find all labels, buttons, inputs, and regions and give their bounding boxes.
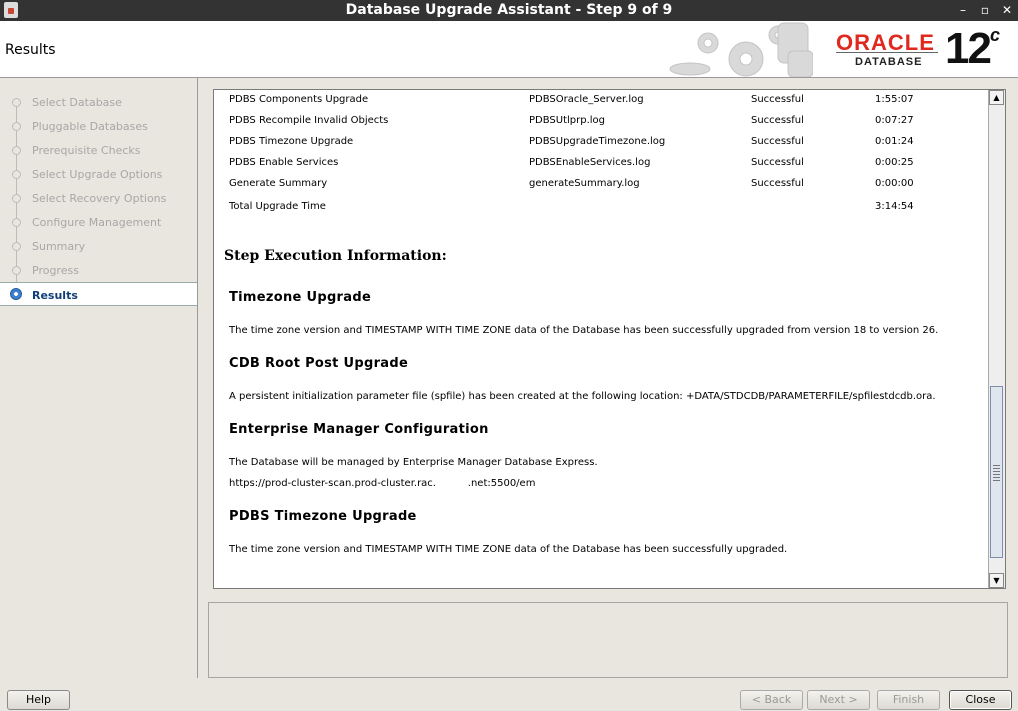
step-time: 1:55:07 (875, 94, 914, 105)
total-label: Total Upgrade Time (229, 201, 326, 212)
step-name: PDBS Timezone Upgrade (229, 136, 354, 147)
scroll-up-button[interactable]: ▲ (989, 90, 1004, 105)
sidebar-item-select-database[interactable]: Select Database (0, 90, 197, 114)
sidebar-item-select-recovery-options[interactable]: Select Recovery Options (0, 186, 197, 210)
database-label: DATABASE (855, 56, 923, 68)
log-link[interactable]: PDBSEnableServices.log (529, 157, 650, 168)
step-time: 0:00:25 (875, 157, 914, 168)
scroll-down-button[interactable]: ▼ (989, 573, 1004, 588)
log-link[interactable]: generateSummary.log (529, 178, 640, 189)
step-time: 0:07:27 (875, 115, 914, 126)
sidebar-item-prerequisite-checks[interactable]: Prerequisite Checks (0, 138, 197, 162)
back-button[interactable]: < Back (740, 690, 803, 710)
grip-icon (993, 465, 1000, 481)
log-link[interactable]: PDBSUpgradeTimezone.log (529, 136, 665, 147)
step-done-icon (12, 242, 21, 251)
sidebar-item-progress[interactable]: Progress (0, 258, 197, 282)
step-status: Successful (751, 115, 804, 126)
sidebar-item-label: Configure Management (32, 216, 162, 229)
gears-graphic (669, 22, 813, 77)
step-done-icon (12, 122, 21, 131)
sidebar-item-label: Select Upgrade Options (32, 168, 163, 181)
step-time: 0:00:00 (875, 178, 914, 189)
help-button[interactable]: Help (7, 690, 70, 710)
sidebar-item-configure-management[interactable]: Configure Management (0, 210, 197, 234)
log-link[interactable]: PDBSUtlprp.log (529, 115, 605, 126)
section-text-cdb-root-post-upgrade: A persistent initialization parameter fi… (229, 391, 936, 402)
version-suffix: c (989, 25, 1000, 46)
sidebar-item-pluggable-databases[interactable]: Pluggable Databases (0, 114, 197, 138)
steps-sidebar: Select Database Pluggable Databases Prer… (0, 78, 198, 678)
section-title-timezone-upgrade: Timezone Upgrade (229, 290, 372, 305)
close-window-button[interactable]: ✕ (999, 2, 1015, 18)
title-bar: Database Upgrade Assistant - Step 9 of 9… (0, 0, 1018, 21)
sidebar-item-label: Select Recovery Options (32, 192, 167, 205)
step-name: PDBS Components Upgrade (229, 94, 369, 105)
step-time: 0:01:24 (875, 136, 914, 147)
sidebar-item-label: Results (32, 289, 78, 302)
step-status: Successful (751, 178, 804, 189)
page-header: Results ORACLE DATABASE 12c (0, 21, 1018, 78)
step-name: Generate Summary (229, 178, 328, 189)
version-number: 12 (945, 24, 992, 73)
section-text-timezone-upgrade: The time zone version and TIMESTAMP WITH… (229, 325, 939, 336)
close-button[interactable]: Close (949, 690, 1012, 710)
step-done-icon (12, 194, 21, 203)
results-panel[interactable]: PDBS Components Upgrade PDBSOracle_Serve… (213, 89, 1006, 589)
vertical-scrollbar[interactable]: ▲ ▼ (988, 90, 1005, 588)
page-title: Results (5, 42, 56, 58)
step-status: Successful (751, 136, 804, 147)
sidebar-item-label: Prerequisite Checks (32, 144, 141, 157)
sidebar-item-label: Summary (32, 240, 86, 253)
sidebar-item-select-upgrade-options[interactable]: Select Upgrade Options (0, 162, 197, 186)
step-done-icon (12, 98, 21, 107)
section-text-em-configuration: The Database will be managed by Enterpri… (229, 457, 598, 468)
step-done-icon (12, 146, 21, 155)
step-status: Successful (751, 157, 804, 168)
step-done-icon (12, 218, 21, 227)
sidebar-item-label: Select Database (32, 96, 122, 109)
section-title-cdb-root-post-upgrade: CDB Root Post Upgrade (229, 356, 409, 371)
step-done-icon (12, 170, 21, 179)
step-name: PDBS Enable Services (229, 157, 339, 168)
section-text-pdbs-timezone-upgrade: The time zone version and TIMESTAMP WITH… (229, 544, 788, 555)
minimize-button[interactable]: – (955, 2, 971, 18)
step-status: Successful (751, 94, 804, 105)
step-done-icon (12, 266, 21, 275)
sidebar-item-results[interactable]: Results (0, 282, 197, 306)
step-execution-heading: Step Execution Information: (224, 248, 447, 264)
message-area (208, 602, 1008, 678)
scroll-thumb[interactable] (990, 386, 1003, 558)
logo-divider (836, 52, 938, 53)
version-label: 12c (945, 24, 1000, 74)
window-title: Database Upgrade Assistant - Step 9 of 9 (345, 2, 673, 18)
sidebar-item-label: Pluggable Databases (32, 120, 148, 133)
total-time: 3:14:54 (875, 201, 914, 212)
section-title-em-configuration: Enterprise Manager Configuration (229, 422, 489, 437)
sidebar-item-summary[interactable]: Summary (0, 234, 197, 258)
next-button[interactable]: Next > (807, 690, 870, 710)
step-current-icon (10, 288, 22, 300)
section-title-pdbs-timezone-upgrade: PDBS Timezone Upgrade (229, 509, 417, 524)
log-link[interactable]: PDBSOracle_Server.log (529, 94, 644, 105)
em-express-url[interactable]: https://prod-cluster-scan.prod-cluster.r… (229, 478, 535, 489)
finish-button[interactable]: Finish (877, 690, 940, 710)
maximize-button[interactable]: ▫ (977, 2, 993, 18)
sidebar-item-label: Progress (32, 264, 79, 277)
step-name: PDBS Recompile Invalid Objects (229, 115, 389, 126)
